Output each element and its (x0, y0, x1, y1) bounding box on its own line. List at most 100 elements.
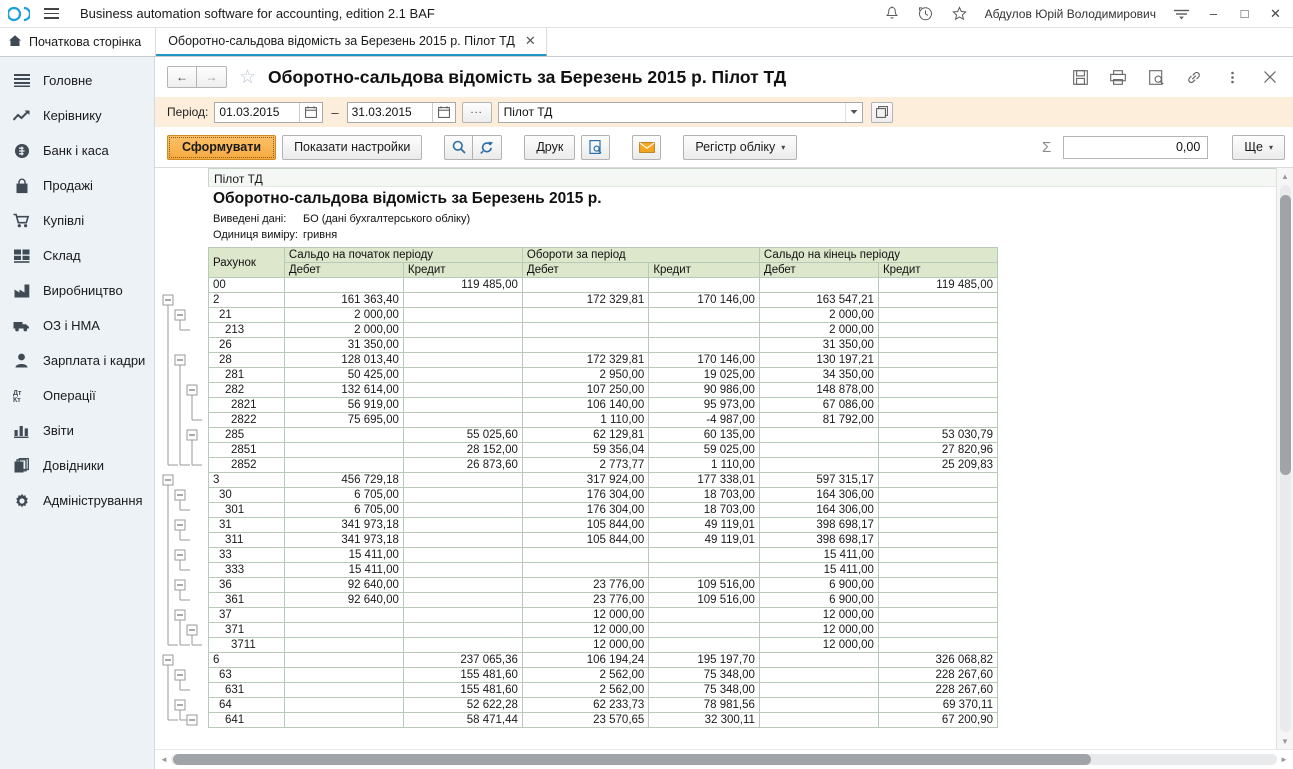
horizontal-scroll-thumb[interactable] (173, 754, 1091, 765)
search-again-icon[interactable] (473, 135, 502, 160)
show-settings-button[interactable]: Показати настройки (282, 135, 422, 160)
table-row[interactable]: 282275 695,001 110,00-4 987,0081 792,00 (209, 413, 998, 428)
tree-collapse-toggle[interactable] (163, 655, 173, 665)
tree-collapse-toggle[interactable] (187, 625, 197, 635)
sidebar-item-operatsii[interactable]: ДтКт Операції (0, 378, 154, 413)
horizontal-scrollbar[interactable]: ◄ ► (155, 749, 1293, 769)
save-icon[interactable] (1065, 63, 1095, 91)
sigma-icon[interactable]: Σ (1036, 139, 1057, 156)
minimize-button[interactable]: – (1198, 0, 1229, 28)
vertical-scrollbar[interactable]: ▲ ▼ (1276, 168, 1293, 749)
open-list-icon[interactable] (871, 102, 893, 123)
table-row[interactable]: 371112 000,0012 000,00 (209, 638, 998, 653)
current-user-label[interactable]: Абдулов Юрій Володимирович (977, 7, 1164, 21)
scroll-down-arrow-icon[interactable]: ▼ (1281, 733, 1289, 749)
date-to-input[interactable] (348, 103, 432, 122)
table-row[interactable]: 3692 640,0023 776,00109 516,006 900,00 (209, 578, 998, 593)
report-scroll-area[interactable]: Пілот ТД Оборотно-сальдова відомість за … (155, 168, 1276, 749)
table-row[interactable]: 28150 425,002 950,0019 025,0034 350,00 (209, 368, 998, 383)
tree-collapse-toggle[interactable] (163, 295, 173, 305)
tab-home-page[interactable]: Початкова сторінка (0, 28, 156, 56)
organization-input[interactable] (499, 103, 845, 122)
table-row[interactable]: 2161 363,40172 329,81170 146,00163 547,2… (209, 293, 998, 308)
sidebar-item-zarplata-kadry[interactable]: Зарплата і кадри (0, 343, 154, 378)
date-from-field[interactable] (214, 102, 323, 123)
scroll-left-arrow-icon[interactable]: ◄ (157, 755, 171, 764)
table-row[interactable]: 282156 919,00106 140,0095 973,0067 086,0… (209, 398, 998, 413)
back-arrow-icon[interactable]: ← (167, 66, 197, 88)
sidebar-item-bank-kasa[interactable]: Банк і каса (0, 133, 154, 168)
sidebar-item-golovne[interactable]: Головне (0, 63, 154, 98)
table-row[interactable]: 3712 000,0012 000,00 (209, 608, 998, 623)
more-dropdown-button[interactable]: Ще ▾ (1232, 135, 1285, 160)
envelope-icon[interactable] (632, 135, 661, 160)
calendar-icon[interactable] (299, 103, 322, 122)
tree-collapse-toggle[interactable] (187, 715, 197, 725)
table-row[interactable]: 2631 350,0031 350,00 (209, 338, 998, 353)
table-row[interactable]: 3315 411,0015 411,00 (209, 548, 998, 563)
table-row[interactable]: 3456 729,18317 924,00177 338,01597 315,1… (209, 473, 998, 488)
date-to-field[interactable] (347, 102, 456, 123)
chevron-down-icon[interactable] (845, 103, 862, 122)
date-from-input[interactable] (215, 103, 299, 122)
table-row[interactable]: 285226 873,602 773,771 110,0025 209,83 (209, 458, 998, 473)
period-select-button[interactable]: ... (462, 102, 492, 123)
table-row[interactable]: 631155 481,602 562,0075 348,00228 267,60 (209, 683, 998, 698)
preview-icon[interactable] (1141, 63, 1171, 91)
tree-collapse-toggle[interactable] (163, 475, 173, 485)
table-row[interactable]: 306 705,00176 304,0018 703,00164 306,00 (209, 488, 998, 503)
table-row[interactable]: 285128 152,0059 356,0459 025,0027 820,96 (209, 443, 998, 458)
tree-collapse-toggle[interactable] (175, 610, 185, 620)
sidebar-item-prodazhi[interactable]: Продажі (0, 168, 154, 203)
table-row[interactable]: 00119 485,00119 485,00 (209, 278, 998, 293)
tree-collapse-toggle[interactable] (175, 355, 185, 365)
star-outline-icon[interactable]: ☆ (235, 68, 260, 87)
calendar-icon[interactable] (432, 103, 455, 122)
vertical-scroll-track[interactable] (1280, 185, 1291, 732)
table-row[interactable]: 33315 411,0015 411,00 (209, 563, 998, 578)
tab-report-document[interactable]: Оборотно-сальдова відомість за Березень … (156, 28, 547, 56)
tree-collapse-toggle[interactable] (175, 520, 185, 530)
generate-button[interactable]: Сформувати (167, 135, 276, 160)
hamburger-menu-icon[interactable] (36, 0, 66, 28)
print-icon[interactable] (1103, 63, 1133, 91)
sidebar-item-kupivli[interactable]: Купівлі (0, 203, 154, 238)
print-button[interactable]: Друк (524, 135, 575, 160)
table-row[interactable]: 212 000,002 000,00 (209, 308, 998, 323)
sidebar-item-administruvannya[interactable]: Адміністрування (0, 483, 154, 518)
close-window-button[interactable]: ✕ (1260, 0, 1291, 28)
tree-collapse-toggle[interactable] (175, 580, 185, 590)
sidebar-item-dovidnyky[interactable]: Довідники (0, 448, 154, 483)
horizontal-scroll-track[interactable] (171, 754, 1277, 765)
tree-gutter[interactable] (158, 168, 208, 749)
sidebar-item-kerivnyku[interactable]: Керівнику (0, 98, 154, 133)
table-row[interactable]: 2132 000,002 000,00 (209, 323, 998, 338)
scroll-up-arrow-icon[interactable]: ▲ (1281, 168, 1289, 184)
tree-collapse-toggle[interactable] (175, 310, 185, 320)
table-row[interactable]: 311341 973,18105 844,0049 119,01398 698,… (209, 533, 998, 548)
history-clock-icon[interactable] (909, 0, 943, 28)
total-value-field[interactable]: 0,00 (1063, 136, 1208, 159)
search-icon[interactable] (444, 135, 473, 160)
table-row[interactable]: 6237 065,36106 194,24195 197,70326 068,8… (209, 653, 998, 668)
sidebar-item-zvity[interactable]: Звіти (0, 413, 154, 448)
tab-close-icon[interactable]: ✕ (525, 33, 536, 49)
table-row[interactable]: 63155 481,602 562,0075 348,00228 267,60 (209, 668, 998, 683)
tree-collapse-toggle[interactable] (175, 700, 185, 710)
table-row[interactable]: 28555 025,6062 129,8160 135,0053 030,79 (209, 428, 998, 443)
main-menu-icon[interactable] (1164, 0, 1198, 28)
close-icon[interactable] (1255, 63, 1285, 91)
table-row[interactable]: 36192 640,0023 776,00109 516,006 900,00 (209, 593, 998, 608)
scroll-right-arrow-icon[interactable]: ► (1277, 755, 1291, 764)
table-row[interactable]: 3016 705,00176 304,0018 703,00164 306,00 (209, 503, 998, 518)
link-icon[interactable] (1179, 63, 1209, 91)
table-row[interactable]: 37112 000,0012 000,00 (209, 623, 998, 638)
tree-collapse-toggle[interactable] (187, 430, 197, 440)
register-dropdown-button[interactable]: Регістр обліку ▾ (683, 135, 797, 160)
print-preview-icon[interactable] (581, 135, 610, 160)
forward-arrow-icon[interactable]: → (197, 66, 227, 88)
table-row[interactable]: 28128 013,40172 329,81170 146,00130 197,… (209, 353, 998, 368)
table-row[interactable]: 64158 471,4423 570,6532 300,1167 200,90 (209, 713, 998, 728)
tree-collapse-toggle[interactable] (175, 490, 185, 500)
sidebar-item-vyrobnytstvo[interactable]: Виробництво (0, 273, 154, 308)
